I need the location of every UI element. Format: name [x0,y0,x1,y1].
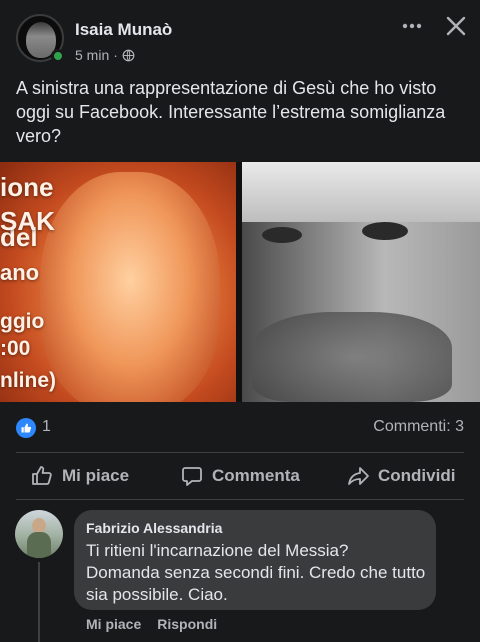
overlay-line: ano [0,260,40,285]
overlay-line: SAK [0,206,55,236]
action-bar: Mi piace Commenta Condividi [16,452,464,500]
like-reaction-icon[interactable] [16,418,36,438]
image-left-painting: ione del SAK ano ggio :00 nline) [0,162,236,402]
comment-button-label: Commenta [212,466,300,485]
photo-eye [262,227,302,243]
post-meta: 5 min · [75,47,135,63]
comment-actions: Mi piace Rispondi [86,616,217,632]
comments-count[interactable]: Commenti: 3 [373,418,464,436]
more-icon[interactable] [400,14,424,38]
photo-hair [242,162,480,222]
post-time[interactable]: 5 min [75,47,109,63]
like-count[interactable]: 1 [42,418,51,436]
post-image[interactable]: ione del SAK ano ggio :00 nline) [0,162,480,402]
painted-face [40,172,220,402]
comment-text: Ti ritieni l'incarnazione del Messia? Do… [86,541,426,604]
image-right-photo [242,162,480,402]
reactions-bar: 1 Commenti: 3 [16,416,464,440]
comment-button[interactable]: Commenta [180,453,300,499]
post-header: Isaia Munaò 5 min · [0,0,480,70]
commenter-avatar[interactable] [15,510,63,558]
globe-icon [122,49,135,61]
like-button[interactable]: Mi piace [30,453,129,499]
comment-item: Fabrizio Alessandria Ti ritieni l'incarn… [0,510,480,642]
close-icon[interactable] [444,14,468,38]
author-name[interactable]: Isaia Munaò [75,20,172,40]
online-status-dot [51,49,65,63]
commenter-name[interactable]: Fabrizio Alessandria [86,520,222,536]
overlay-line: nline) [0,369,56,392]
share-button[interactable]: Condividi [346,453,455,499]
comment-like-link[interactable]: Mi piace [86,616,141,632]
comment-reply-link[interactable]: Rispondi [157,616,217,632]
meta-separator: · [113,47,118,63]
like-button-label: Mi piace [62,466,130,485]
comment-icon [182,467,202,486]
avatar-body [27,532,51,558]
photo-beard [252,312,452,402]
post-text: A sinistra una rappresentazione di Gesù … [16,78,446,146]
comment-bubble[interactable]: Fabrizio Alessandria Ti ritieni l'incarn… [74,510,436,610]
photo-eye [362,222,408,240]
comment-thread-line [38,562,40,642]
thumbs-up-icon [32,466,52,485]
share-button-label: Condividi [378,466,456,485]
share-icon [348,467,369,485]
